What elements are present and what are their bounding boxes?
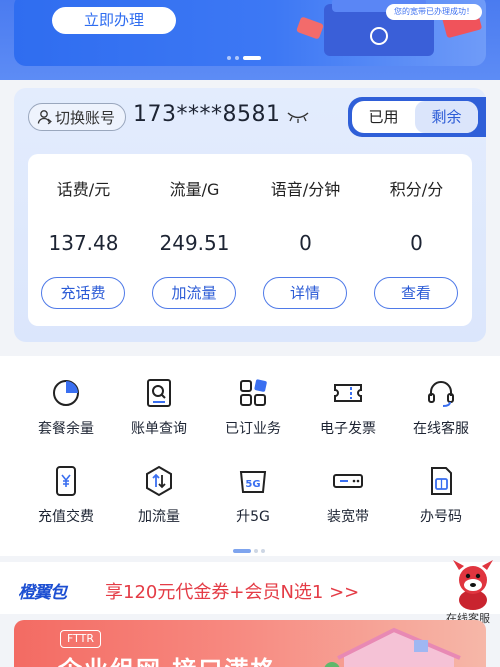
bill-search-icon (147, 379, 171, 407)
banner-dot (227, 56, 231, 60)
account-card: 切换账号 173****8581 已用 剩余 话费/元 137.48 充话费 流… (14, 88, 486, 342)
service-recharge[interactable]: 充值交费 (18, 464, 114, 526)
apply-now-button[interactable]: 立即办理 (52, 7, 176, 34)
service-label: 加流量 (138, 509, 180, 525)
stat-label: 积分/分 (389, 180, 444, 199)
services-grid: 套餐余量 账单查询 已订业务 电子发票 在线客服 充值交费 加流量 5G 升5G… (0, 356, 500, 556)
stat-value: 249.51 (159, 231, 230, 255)
view-points-button[interactable]: 查看 (374, 277, 458, 309)
house-illustration (324, 627, 461, 667)
grid-apps-icon (240, 379, 267, 406)
toggle-used[interactable]: 已用 (352, 101, 415, 133)
stat-label: 流量/G (169, 180, 220, 199)
service-bill-query[interactable]: 账单查询 (111, 376, 207, 438)
banner-dot (235, 56, 239, 60)
banner-pagination (227, 56, 261, 60)
service-label: 办号码 (420, 509, 462, 525)
service-e-invoice[interactable]: 电子发票 (300, 376, 396, 438)
service-label: 套餐余量 (38, 421, 94, 437)
stat-value: 137.48 (48, 231, 119, 255)
banner-dot-active (243, 56, 261, 60)
services-dot (261, 549, 265, 553)
fttr-banner-title: 企业组网 接口满格 (58, 650, 276, 667)
router-icon (333, 474, 363, 488)
service-broadband[interactable]: 装宽带 (300, 464, 396, 526)
service-add-data[interactable]: 加流量 (111, 464, 207, 526)
recharge-button[interactable]: 充话费 (41, 277, 125, 309)
top-banner[interactable]: 您的宽带已办理成功！ 立即办理 (0, 0, 500, 80)
details-button[interactable]: 详情 (263, 277, 347, 309)
add-data-button[interactable]: 加流量 (152, 277, 236, 309)
phone-number: 173****8581 (133, 102, 281, 127)
service-label: 账单查询 (131, 421, 187, 437)
brand-logo: 橙翼包 (18, 583, 67, 603)
stat-value: 0 (410, 231, 423, 255)
service-label: 升5G (236, 509, 270, 525)
usage-toggle: 已用 剩余 (348, 97, 486, 137)
sim-card-icon (431, 467, 452, 495)
promo-row[interactable]: 橙翼包 享120元代金券+会员N选1 >> (0, 562, 500, 614)
stat-label: 语音/分钟 (270, 180, 341, 199)
fttr-banner[interactable]: FTTR 企业组网 接口满格 (14, 620, 486, 667)
stat-label: 话费/元 (56, 180, 111, 199)
headset-icon (428, 381, 454, 407)
service-label: 装宽带 (327, 509, 369, 525)
ticket-icon (334, 384, 362, 402)
service-online-support[interactable]: 在线客服 (393, 376, 489, 438)
phone-yuan-icon (56, 466, 76, 496)
svg-text:5G: 5G (245, 479, 260, 490)
pie-chart-icon (53, 380, 79, 406)
services-dot (254, 549, 258, 553)
service-label: 已订业务 (225, 421, 281, 437)
user-icon (37, 110, 52, 125)
promo-text[interactable]: 享120元代金券+会员N选1 >> (105, 578, 359, 604)
service-package-balance[interactable]: 套餐余量 (18, 376, 114, 438)
toggle-remaining[interactable]: 剩余 (415, 101, 478, 133)
fttr-tag: FTTR (60, 630, 102, 648)
services-pagination (233, 549, 265, 553)
success-notice: 您的宽带已办理成功！ (386, 4, 482, 20)
stats-panel: 话费/元 137.48 充话费 流量/G 249.51 加流量 语音/分钟 0 … (28, 154, 472, 326)
eye-closed-icon[interactable] (286, 110, 310, 124)
services-dot-active (233, 549, 251, 553)
service-subscribed[interactable]: 已订业务 (205, 376, 301, 438)
switch-account-button[interactable]: 切换账号 (28, 103, 127, 131)
switch-account-label: 切换账号 (55, 108, 116, 127)
service-label: 电子发票 (320, 421, 376, 437)
service-label: 充值交费 (38, 509, 94, 525)
stat-value: 0 (299, 231, 312, 255)
mascot-support-icon[interactable] (448, 552, 498, 612)
service-upgrade-5g[interactable]: 5G 升5G (205, 464, 301, 526)
5g-icon: 5G (239, 471, 267, 493)
service-label: 在线客服 (413, 421, 469, 437)
service-new-number[interactable]: 办号码 (393, 464, 489, 526)
data-arrows-icon (146, 465, 172, 497)
